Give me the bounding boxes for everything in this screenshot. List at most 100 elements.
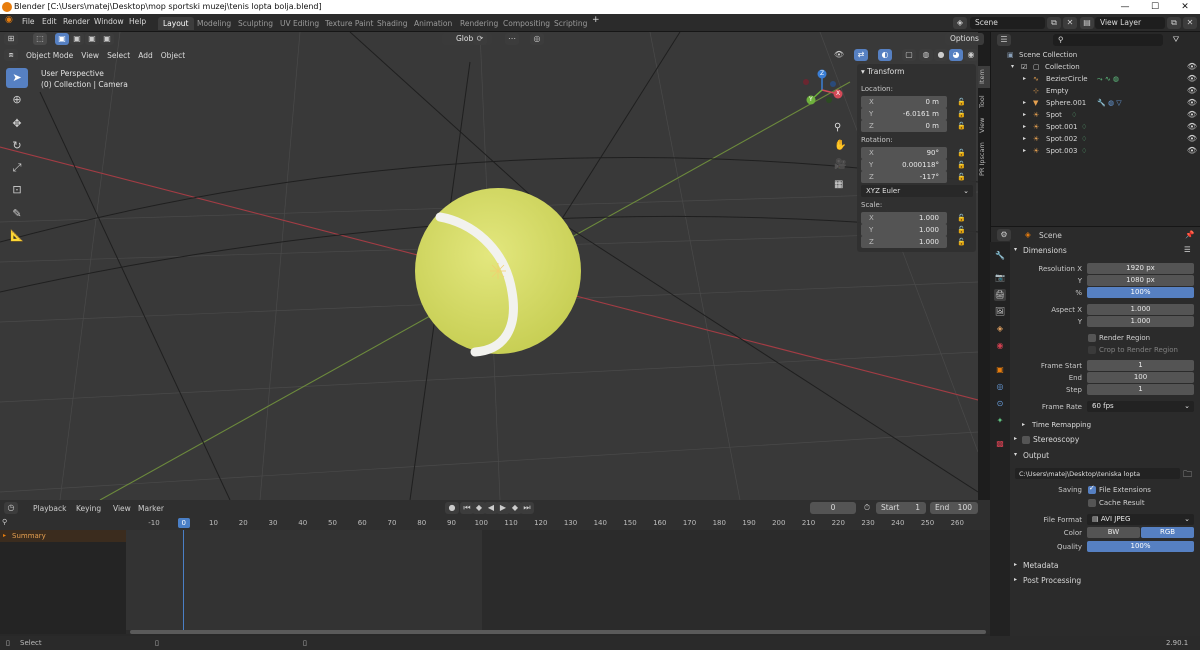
metadata-panel-header[interactable]: ▸ Metadata bbox=[1012, 559, 1198, 573]
outliner-item-sphere[interactable]: ▸ ▼ Sphere.001 🔧 ◍ ▽ 👁 bbox=[991, 97, 1200, 109]
select-mode-subtract-icon[interactable]: ▣ bbox=[85, 33, 99, 45]
new-view-layer-icon[interactable]: ⧉ bbox=[1167, 17, 1181, 29]
viewport-menu-add[interactable]: Add bbox=[138, 51, 153, 60]
transform-header[interactable]: ▾ Transform bbox=[861, 67, 904, 76]
location-y-field[interactable]: Y -6.0161 m bbox=[861, 108, 947, 120]
outliner-editor-type-icon[interactable]: ☰ bbox=[997, 34, 1011, 46]
select-mode-invert-icon[interactable]: ▣ bbox=[100, 33, 114, 45]
outliner-item-spot003[interactable]: ▸ ☀ Spot.003 ♢ 👁 bbox=[991, 145, 1200, 157]
options-dropdown[interactable]: Options bbox=[945, 33, 984, 45]
timeline-menu-view[interactable]: View bbox=[113, 504, 131, 513]
frame-start-field[interactable]: 1 bbox=[1087, 360, 1194, 371]
expand-icon[interactable]: ▸ bbox=[1023, 123, 1026, 130]
file-extensions-checkbox[interactable] bbox=[1088, 484, 1096, 494]
outliner-item-spot002[interactable]: ▸ ☀ Spot.002 ♢ 👁 bbox=[991, 133, 1200, 145]
output-panel-header[interactable]: ▾ Output bbox=[1012, 449, 1198, 463]
scene-browse-icon[interactable]: ◈ bbox=[953, 17, 967, 29]
lock-icon[interactable]: 🔓 bbox=[957, 214, 966, 222]
xray-toggle-icon[interactable]: ▢ bbox=[902, 49, 916, 61]
blender-menu-icon[interactable]: ◉ bbox=[5, 15, 13, 25]
pan-hand-icon[interactable]: ✋ bbox=[834, 140, 846, 151]
overlay-toggle-icon[interactable]: ◐ bbox=[878, 49, 892, 61]
scale-z-field[interactable]: Z 1.000 bbox=[861, 236, 947, 248]
expand-icon[interactable]: ▸ bbox=[1023, 147, 1026, 154]
color-rgb-button[interactable]: RGB bbox=[1141, 527, 1194, 538]
rotation-z-field[interactable]: Z -117° bbox=[861, 171, 947, 183]
quality-field[interactable]: 100% bbox=[1087, 541, 1194, 552]
snap-icon[interactable]: ⋯ bbox=[505, 33, 519, 45]
rotate-tool-icon[interactable]: ↻ bbox=[6, 136, 28, 156]
dimensions-panel-header[interactable]: ▾ Dimensions ☰ bbox=[1012, 244, 1198, 258]
lock-icon[interactable]: 🔓 bbox=[957, 110, 966, 118]
close-button[interactable]: ✕ bbox=[1170, 0, 1200, 14]
menu-window[interactable]: Window bbox=[94, 17, 124, 26]
scene-properties-icon[interactable]: ◈ bbox=[994, 323, 1006, 335]
filter-icon[interactable]: ⛛ bbox=[1169, 34, 1183, 46]
expand-icon[interactable]: ▸ bbox=[1023, 111, 1026, 118]
expand-icon[interactable]: ▸ bbox=[1023, 75, 1026, 82]
select-box-tool-icon[interactable]: ➤ bbox=[6, 68, 28, 88]
scale-y-field[interactable]: Y 1.000 bbox=[861, 224, 947, 236]
render-region-checkbox[interactable] bbox=[1088, 334, 1096, 342]
frame-rate-dropdown[interactable]: 60 fps ⌄ bbox=[1087, 401, 1194, 412]
stereoscopy-checkbox[interactable] bbox=[1022, 436, 1030, 444]
scene-collection-row[interactable]: ▣ Scene Collection bbox=[991, 49, 1200, 61]
timeline-menu-playback[interactable]: Playback bbox=[33, 504, 66, 513]
new-scene-icon[interactable]: ⧉ bbox=[1047, 17, 1061, 29]
color-bw-button[interactable]: BW bbox=[1087, 527, 1140, 538]
eye-icon[interactable]: 👁 bbox=[1187, 74, 1197, 83]
eye-icon[interactable]: 👁 bbox=[1187, 122, 1197, 131]
timeline-search-icon[interactable]: ⚲ bbox=[2, 518, 7, 526]
cursor-tool-icon[interactable]: ⊕ bbox=[6, 90, 28, 110]
aspect-x-field[interactable]: 1.000 bbox=[1087, 304, 1194, 315]
camera-view-icon[interactable]: 🎥 bbox=[834, 159, 846, 170]
expand-icon[interactable]: ▸ bbox=[1023, 99, 1026, 106]
post-processing-panel-header[interactable]: ▸ Post Processing bbox=[1012, 574, 1198, 588]
outliner-item-spot001[interactable]: ▸ ☀ Spot.001 ♢ 👁 bbox=[991, 121, 1200, 133]
rotation-mode-dropdown[interactable]: XYZ Euler ⌄ bbox=[861, 185, 973, 197]
crop-region-checkbox[interactable] bbox=[1088, 346, 1096, 354]
eye-icon[interactable]: 👁 bbox=[1187, 62, 1197, 71]
menu-help[interactable]: Help bbox=[129, 17, 146, 26]
object-mode-dropdown[interactable]: Object Mode bbox=[26, 51, 73, 60]
transform-tool-icon[interactable]: ⊡ bbox=[6, 180, 28, 200]
timeline-menu-marker[interactable]: Marker bbox=[138, 504, 164, 513]
menu-file[interactable]: File bbox=[22, 17, 35, 26]
eye-icon[interactable]: 👁 bbox=[1187, 98, 1197, 107]
outliner-item-empty[interactable]: ⊹ Empty 👁 bbox=[991, 85, 1200, 97]
output-properties-icon[interactable]: 🖨 bbox=[994, 289, 1006, 301]
eye-icon[interactable]: 👁 bbox=[1187, 86, 1197, 95]
eye-icon[interactable]: 👁 bbox=[1187, 110, 1197, 119]
constraint-properties-icon[interactable]: ⊙ bbox=[994, 398, 1006, 410]
tab-compositing[interactable]: Compositing bbox=[498, 17, 555, 30]
viewport-menu-object[interactable]: Object bbox=[161, 51, 185, 60]
viewport-menu-view[interactable]: View bbox=[81, 51, 99, 60]
lock-icon[interactable]: 🔓 bbox=[957, 149, 966, 157]
view-layer-properties-icon[interactable]: 🖼 bbox=[994, 306, 1006, 318]
frame-step-field[interactable]: 1 bbox=[1087, 384, 1194, 395]
tab-shading[interactable]: Shading bbox=[372, 17, 412, 30]
expand-icon[interactable]: ▸ bbox=[1023, 135, 1026, 142]
view-layer-field[interactable]: View Layer bbox=[1095, 17, 1165, 29]
presets-icon[interactable]: ☰ bbox=[1184, 245, 1191, 254]
end-frame-field[interactable]: End 100 bbox=[930, 502, 978, 514]
rotation-x-field[interactable]: X 90° bbox=[861, 147, 947, 159]
file-format-dropdown[interactable]: ▤ AVI JPEG ⌄ bbox=[1087, 514, 1194, 525]
select-mode-new-icon[interactable]: ▣ bbox=[55, 33, 69, 45]
tab-uv-editing[interactable]: UV Editing bbox=[275, 17, 324, 30]
maximize-button[interactable]: ☐ bbox=[1140, 0, 1170, 14]
sidetab-item[interactable]: Item bbox=[978, 66, 990, 88]
proportional-edit-icon[interactable]: ◎ bbox=[530, 33, 544, 45]
visibility-icon[interactable]: 👁 bbox=[832, 49, 846, 61]
editor-type-icon[interactable]: ⊞ bbox=[4, 33, 18, 45]
jump-end-icon[interactable]: ⏭ bbox=[520, 502, 534, 514]
shading-material-icon[interactable]: ◕ bbox=[949, 49, 963, 61]
scale-tool-icon[interactable]: ⤢ bbox=[6, 158, 28, 178]
stopwatch-icon[interactable]: ⏱ bbox=[860, 502, 874, 514]
scale-x-field[interactable]: X 1.000 bbox=[861, 212, 947, 224]
resolution-percent-field[interactable]: 100% bbox=[1087, 287, 1194, 298]
checkbox-icon[interactable]: ☑ bbox=[1021, 63, 1027, 71]
current-frame-field[interactable]: 0 bbox=[810, 502, 856, 514]
folder-icon[interactable]: 🗀 bbox=[1183, 467, 1192, 483]
view-layer-icon[interactable]: ▤ bbox=[1080, 17, 1094, 29]
